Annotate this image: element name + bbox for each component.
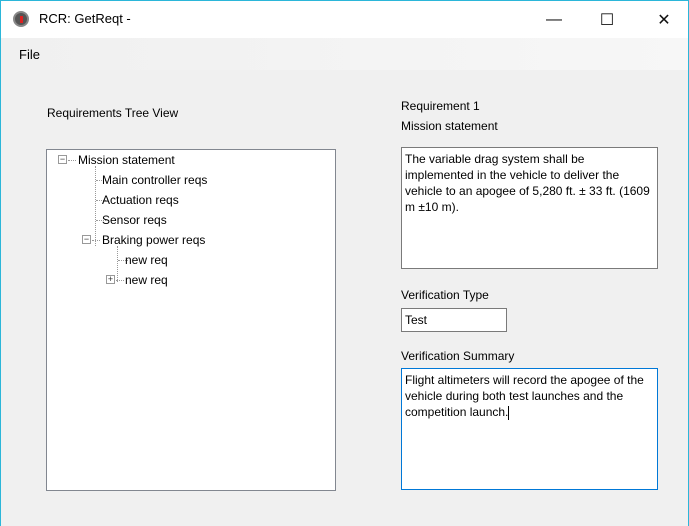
tree-node-root[interactable]: Mission statement xyxy=(78,153,175,167)
app-icon xyxy=(13,11,29,27)
requirement-name: Mission statement xyxy=(401,119,498,133)
statement-textarea[interactable]: The variable drag system shall be implem… xyxy=(401,147,658,269)
tree-node[interactable]: new req xyxy=(125,253,168,267)
title-bar: RCR: GetReqt - — ☐ ✕ xyxy=(1,1,688,38)
collapse-icon[interactable]: − xyxy=(58,155,67,164)
verification-summary-label: Verification Summary xyxy=(401,349,515,363)
main-window: RCR: GetReqt - — ☐ ✕ File Requirements T… xyxy=(0,0,689,526)
expand-icon[interactable]: + xyxy=(106,275,115,284)
tree-line xyxy=(95,166,96,246)
verification-summary-text: Flight altimeters will record the apogee… xyxy=(405,373,644,419)
verification-type-input[interactable]: Test xyxy=(401,308,507,332)
tree-node[interactable]: Main controller reqs xyxy=(102,173,207,187)
window-title: RCR: GetReqt - xyxy=(39,11,131,26)
verification-type-label: Verification Type xyxy=(401,288,489,302)
menu-bar: File xyxy=(1,38,688,70)
tree-node[interactable]: Actuation reqs xyxy=(102,193,179,207)
tree-line xyxy=(92,240,100,241)
tree-line xyxy=(116,280,124,281)
menu-file[interactable]: File xyxy=(19,47,40,62)
requirement-number: Requirement 1 xyxy=(401,99,480,113)
tree-line xyxy=(68,160,76,161)
requirements-tree[interactable]: − Mission statement Main controller reqs… xyxy=(46,149,336,491)
tree-node[interactable]: new req xyxy=(125,273,168,287)
tree-node[interactable]: Braking power reqs xyxy=(102,233,205,247)
collapse-icon[interactable]: − xyxy=(82,235,91,244)
close-button[interactable]: ✕ xyxy=(641,1,687,38)
tree-line xyxy=(117,246,118,282)
verification-summary-textarea[interactable]: Flight altimeters will record the apogee… xyxy=(401,368,658,490)
text-caret xyxy=(508,405,510,420)
maximize-button[interactable]: ☐ xyxy=(584,1,630,38)
tree-node[interactable]: Sensor reqs xyxy=(102,213,167,227)
minimize-button[interactable]: — xyxy=(531,1,577,38)
tree-view-label: Requirements Tree View xyxy=(47,106,179,120)
